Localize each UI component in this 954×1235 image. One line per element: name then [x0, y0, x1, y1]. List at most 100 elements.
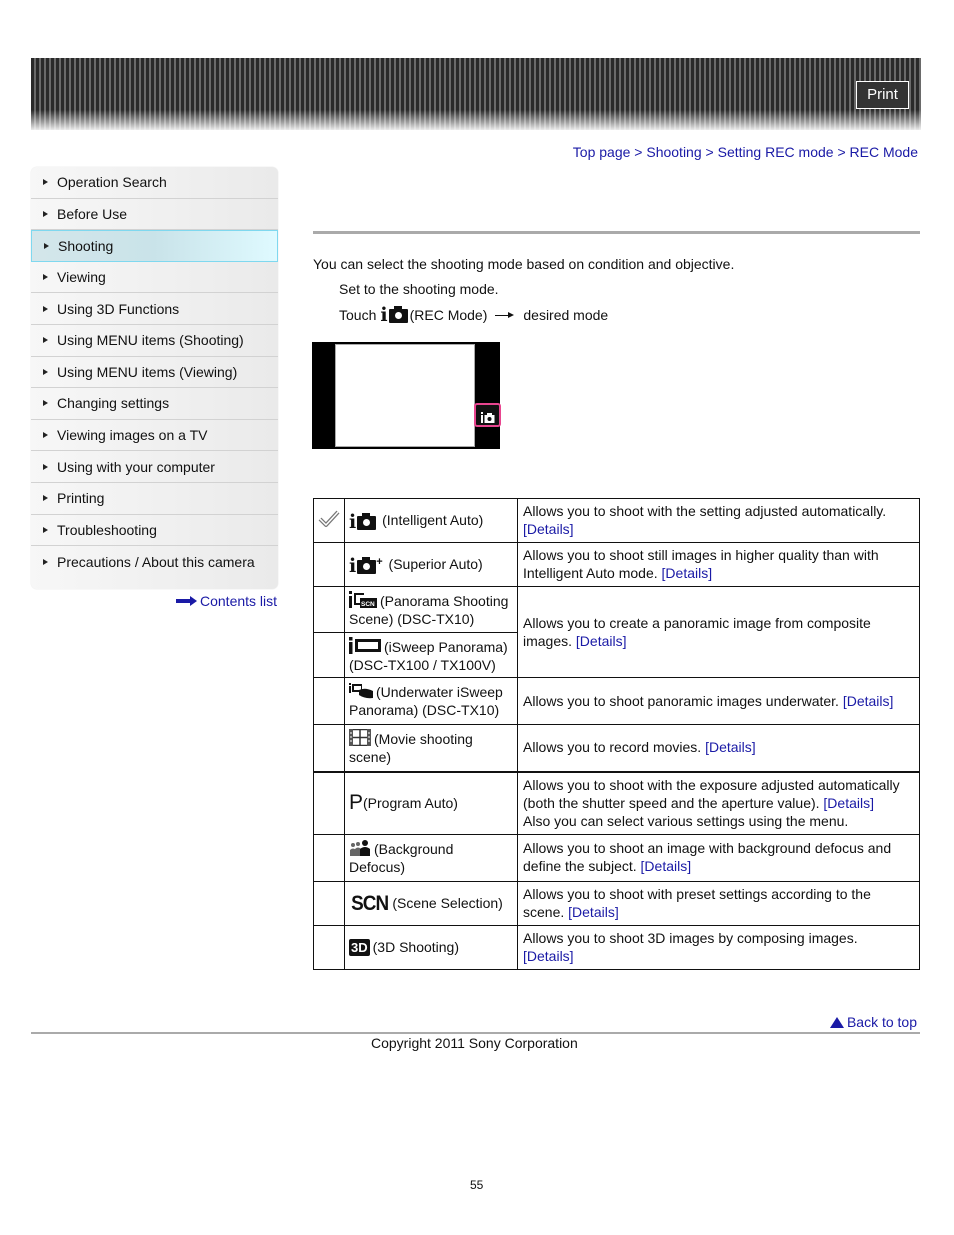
triangle-right-icon: [43, 179, 48, 186]
breadcrumb-separator: >: [634, 144, 643, 160]
details-link[interactable]: [Details]: [823, 795, 874, 811]
copyright-text: Copyright 2011 Sony Corporation: [371, 1035, 578, 1051]
breadcrumb-setting-rec-mode[interactable]: Setting REC mode: [718, 144, 834, 160]
background-defocus-icon: [350, 839, 370, 856]
table-row: i (Intelligent Auto) Allows you to shoot…: [313, 498, 920, 543]
details-link[interactable]: [Details]: [576, 633, 627, 649]
details-link[interactable]: [Details]: [523, 521, 574, 537]
step-1-text: Set to the shooting mode.: [339, 281, 499, 297]
sidebar-item-before-use[interactable]: Before Use: [31, 199, 278, 231]
mode-description-cell: Allows you to shoot with the setting adj…: [517, 498, 920, 543]
sidebar-item-label: Before Use: [57, 205, 128, 222]
mode-description-cell: Allows you to create a panoramic image f…: [517, 586, 920, 678]
details-link[interactable]: [Details]: [705, 739, 756, 755]
check-cell: [313, 924, 345, 970]
details-link[interactable]: [Details]: [641, 858, 692, 874]
sidebar-item-label: Viewing images on a TV: [57, 427, 208, 444]
mode-description-cell: Allows you to record movies. [Details]: [517, 724, 920, 772]
triangle-right-icon: [43, 558, 48, 565]
sidebar-item-viewing-tv[interactable]: Viewing images on a TV: [31, 420, 278, 452]
details-link[interactable]: [Details]: [568, 904, 619, 920]
step-2-suffix: desired mode: [523, 307, 609, 323]
mode-name: (3D Shooting): [372, 939, 460, 955]
mode-name-cell: 3D (3D Shooting): [344, 924, 518, 970]
table-row: (Movie shooting scene) Allows you to rec…: [313, 724, 920, 772]
breadcrumb-top-page[interactable]: Top page: [573, 144, 631, 160]
check-cell: [313, 677, 345, 725]
sidebar-item-label: Operation Search: [57, 174, 167, 191]
triangle-right-icon: [43, 368, 48, 375]
mode-name-cell: i + (Superior Auto): [344, 542, 518, 587]
breadcrumb: Top page > Shooting > Setting REC mode >…: [573, 144, 918, 160]
footer-divider: [31, 1032, 920, 1034]
sidebar-item-shooting[interactable]: Shooting: [31, 230, 278, 262]
check-cell: [313, 586, 345, 633]
mode-description-cell: Allows you to shoot with the exposure ad…: [517, 770, 920, 835]
arrow-right-icon: [176, 596, 198, 606]
sidebar-item-troubleshooting[interactable]: Troubleshooting: [31, 515, 278, 547]
print-button[interactable]: Print: [856, 81, 909, 109]
table-row: (Background Defocus) Allows you to shoot…: [313, 833, 920, 882]
details-link[interactable]: [Details]: [662, 565, 713, 581]
intro-text: You can select the shooting mode based o…: [313, 256, 735, 272]
rec-mode-button-highlight: [474, 403, 501, 427]
breadcrumb-rec-mode[interactable]: REC Mode: [850, 144, 918, 160]
triangle-right-icon: [44, 242, 49, 249]
mode-description: Allows you to shoot panoramic images und…: [523, 692, 839, 709]
rec-modes-table: i (Intelligent Auto) Allows you to shoot…: [313, 498, 920, 970]
intelligent-auto-icon: i: [380, 306, 408, 325]
movie-icon: [349, 729, 371, 747]
step-2-prefix: Touch: [339, 307, 377, 323]
back-to-top-link[interactable]: Back to top: [829, 1014, 917, 1030]
triangle-up-icon: [829, 1016, 844, 1028]
sidebar-item-printing[interactable]: Printing: [31, 483, 278, 515]
checkmark-icon: [318, 510, 340, 527]
table-row: SCN (Scene Selection) Allows you to shoot…: [313, 880, 920, 926]
details-link[interactable]: [Details]: [523, 948, 574, 964]
sidebar-item-computer[interactable]: Using with your computer: [31, 451, 278, 483]
sidebar-item-viewing[interactable]: Viewing: [31, 262, 278, 294]
table-row: i + (Superior Auto) Allows you to shoot s…: [313, 542, 920, 587]
mode-description-cell: Allows you to shoot 3D images by composi…: [517, 924, 920, 970]
details-link[interactable]: [Details]: [843, 693, 894, 709]
underwater-panorama-icon: [349, 683, 373, 699]
intelligent-auto-icon: i: [349, 512, 377, 531]
mode-name-cell: SCN (Scene Selection): [344, 880, 518, 926]
triangle-right-icon: [43, 210, 48, 217]
arrow-right-icon: [495, 311, 515, 319]
sidebar-item-precautions[interactable]: Precautions / About this camera: [31, 546, 278, 578]
mode-description: Allows you to shoot 3D images by composi…: [523, 929, 858, 946]
mode-name-cell: (Background Defocus): [344, 833, 518, 882]
sidebar-item-label: Viewing: [57, 269, 106, 286]
page-number: 55: [470, 1178, 484, 1192]
step-2-middle: (REC Mode): [409, 307, 488, 323]
mode-description: Allows you to shoot with the setting adj…: [523, 503, 887, 519]
check-cell: [313, 724, 345, 772]
sidebar-item-label: Precautions / About this camera: [57, 553, 255, 570]
mode-name-cell: (Underwater iSweep Panorama) (DSC-TX10): [344, 677, 518, 725]
mode-name: (Superior Auto): [388, 555, 483, 572]
sidebar-item-menu-viewing[interactable]: Using MENU items (Viewing): [31, 357, 278, 389]
title-divider: [313, 231, 920, 234]
sidebar-item-menu-shooting[interactable]: Using MENU items (Shooting): [31, 325, 278, 357]
breadcrumb-shooting[interactable]: Shooting: [646, 144, 701, 160]
contents-list-label: Contents list: [200, 593, 278, 609]
sidebar-item-label: Using with your computer: [57, 458, 215, 475]
mode-description-cell: Allows you to shoot still images in high…: [517, 542, 920, 587]
triangle-right-icon: [43, 305, 48, 312]
sidebar-item-label: Changing settings: [57, 395, 170, 412]
scene-selection-icon: SCN: [351, 891, 389, 915]
triangle-right-icon: [43, 526, 48, 533]
table-row: 3D (3D Shooting) Allows you to shoot 3D i…: [313, 924, 920, 970]
program-auto-icon: P: [349, 791, 364, 814]
contents-list-link[interactable]: Contents list: [176, 593, 277, 609]
triangle-right-icon: [43, 274, 48, 281]
check-cell: [313, 833, 345, 882]
mode-name-cell: (Movie shooting scene): [344, 724, 518, 772]
step-2-text: Touch i (REC Mode) desired mode: [339, 303, 608, 327]
sidebar-item-changing-settings[interactable]: Changing settings: [31, 388, 278, 420]
sidebar-item-3d-functions[interactable]: Using 3D Functions: [31, 293, 278, 325]
panorama-scene-icon: SCN: [349, 591, 377, 608]
triangle-right-icon: [43, 432, 48, 439]
sidebar-item-operation-search[interactable]: Operation Search: [31, 167, 278, 199]
